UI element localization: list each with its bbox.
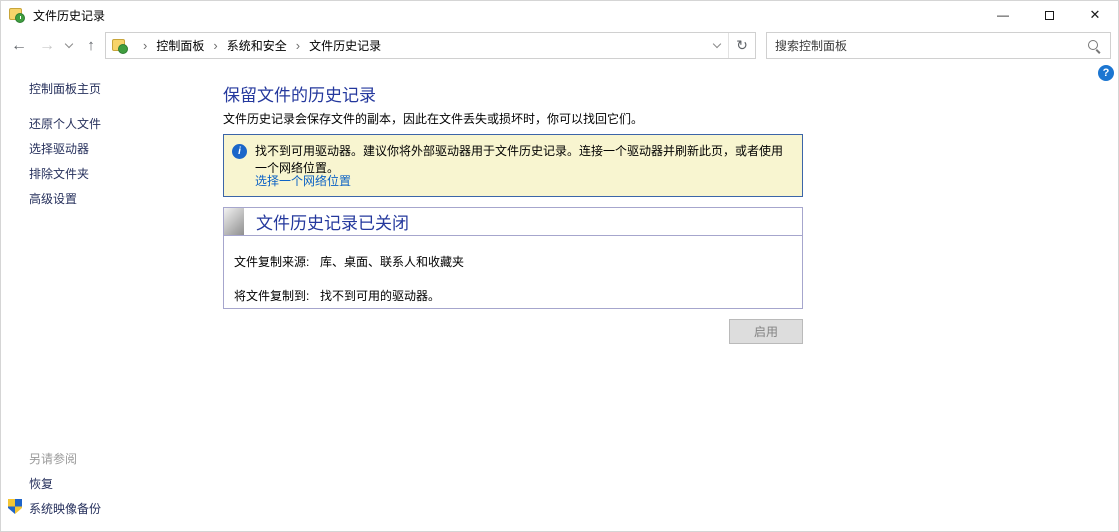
back-button[interactable]: ←	[7, 29, 31, 62]
sidebar-item-select-drive[interactable]: 选择驱动器	[29, 140, 89, 157]
up-button[interactable]: ↑	[79, 29, 103, 62]
status-body: 文件复制来源: 库、桌面、联系人和收藏夹 将文件复制到: 找不到可用的驱动器。	[224, 236, 802, 304]
address-dropdown-button[interactable]	[705, 33, 729, 58]
search-icon[interactable]	[1086, 38, 1102, 54]
file-history-status-panel: 文件历史记录已关闭 文件复制来源: 库、桌面、联系人和收藏夹 将文件复制到: 找…	[223, 207, 803, 309]
navigation-toolbar: ← → ↑ › 控制面板 › 系统和安全 › 文件历史记录 ↻	[1, 29, 1118, 62]
file-history-location-icon	[112, 38, 128, 54]
enable-button[interactable]: 启用	[729, 319, 803, 344]
status-row-copy-to: 将文件复制到: 找不到可用的驱动器。	[234, 287, 788, 304]
breadcrumb-separator: ›	[204, 38, 226, 53]
forward-button[interactable]: →	[35, 29, 59, 62]
copy-from-value: 库、桌面、联系人和收藏夹	[320, 253, 464, 270]
up-icon: ↑	[87, 37, 95, 54]
breadcrumb-separator: ›	[134, 38, 156, 53]
status-header: 文件历史记录已关闭	[224, 208, 802, 236]
forward-icon: →	[39, 37, 55, 55]
status-glyph-icon	[224, 208, 244, 235]
sidebar-item-control-panel-home[interactable]: 控制面板主页	[29, 80, 101, 97]
chevron-down-icon	[65, 40, 73, 48]
no-drive-notice: i 找不到可用驱动器。建议你将外部驱动器用于文件历史记录。连接一个驱动器并刷新此…	[223, 134, 803, 197]
close-icon: ✕	[1090, 7, 1101, 23]
uac-shield-icon	[8, 499, 22, 514]
recent-pages-dropdown[interactable]	[61, 29, 77, 62]
titlebar: 文件历史记录 — ✕	[1, 1, 1118, 29]
sidebar-item-recovery[interactable]: 恢复	[29, 475, 53, 492]
sidebar-item-exclude-folders[interactable]: 排除文件夹	[29, 165, 89, 182]
breadcrumb-system-security[interactable]: 系统和安全	[227, 37, 287, 54]
minimize-icon: —	[997, 8, 1009, 22]
refresh-icon: ↻	[736, 37, 748, 54]
status-title: 文件历史记录已关闭	[256, 209, 409, 234]
see-also-heading: 另请参阅	[29, 450, 77, 467]
maximize-button[interactable]	[1026, 1, 1072, 29]
select-network-location-link[interactable]: 选择一个网络位置	[255, 172, 351, 189]
window-controls: — ✕	[980, 1, 1118, 29]
sidebar-item-system-image-backup[interactable]: 系统映像备份	[29, 500, 101, 517]
window-title: 文件历史记录	[33, 7, 105, 24]
search-box	[766, 32, 1111, 59]
breadcrumb-separator: ›	[287, 38, 309, 53]
copy-to-value: 找不到可用的驱动器。	[320, 287, 440, 304]
sidebar-item-restore-personal-files[interactable]: 还原个人文件	[29, 115, 101, 132]
close-button[interactable]: ✕	[1072, 1, 1118, 29]
address-bar[interactable]: › 控制面板 › 系统和安全 › 文件历史记录 ↻	[105, 32, 756, 59]
page-title: 保留文件的历史记录	[223, 81, 376, 106]
breadcrumb-control-panel[interactable]: 控制面板	[156, 37, 204, 54]
help-button[interactable]: ?	[1098, 65, 1114, 81]
info-icon: i	[232, 144, 247, 159]
refresh-button[interactable]: ↻	[729, 33, 755, 58]
chevron-down-icon	[712, 40, 720, 48]
file-history-app-icon	[9, 7, 25, 23]
maximize-icon	[1045, 11, 1054, 20]
help-icon: ?	[1103, 67, 1110, 79]
copy-from-label: 文件复制来源:	[234, 253, 320, 270]
back-icon: ←	[11, 37, 27, 55]
page-description: 文件历史记录会保存文件的副本，因此在文件丢失或损坏时，你可以找回它们。	[223, 110, 643, 127]
search-input[interactable]	[767, 39, 1086, 53]
minimize-button[interactable]: —	[980, 1, 1026, 29]
breadcrumb-file-history[interactable]: 文件历史记录	[309, 37, 381, 54]
file-history-window: 文件历史记录 — ✕ ← → ↑ › 控制面板 › 系统和安全 › 文件历史记录…	[0, 0, 1119, 532]
copy-to-label: 将文件复制到:	[234, 287, 320, 304]
sidebar-item-advanced-settings[interactable]: 高级设置	[29, 190, 77, 207]
status-row-copy-from: 文件复制来源: 库、桌面、联系人和收藏夹	[234, 253, 788, 270]
